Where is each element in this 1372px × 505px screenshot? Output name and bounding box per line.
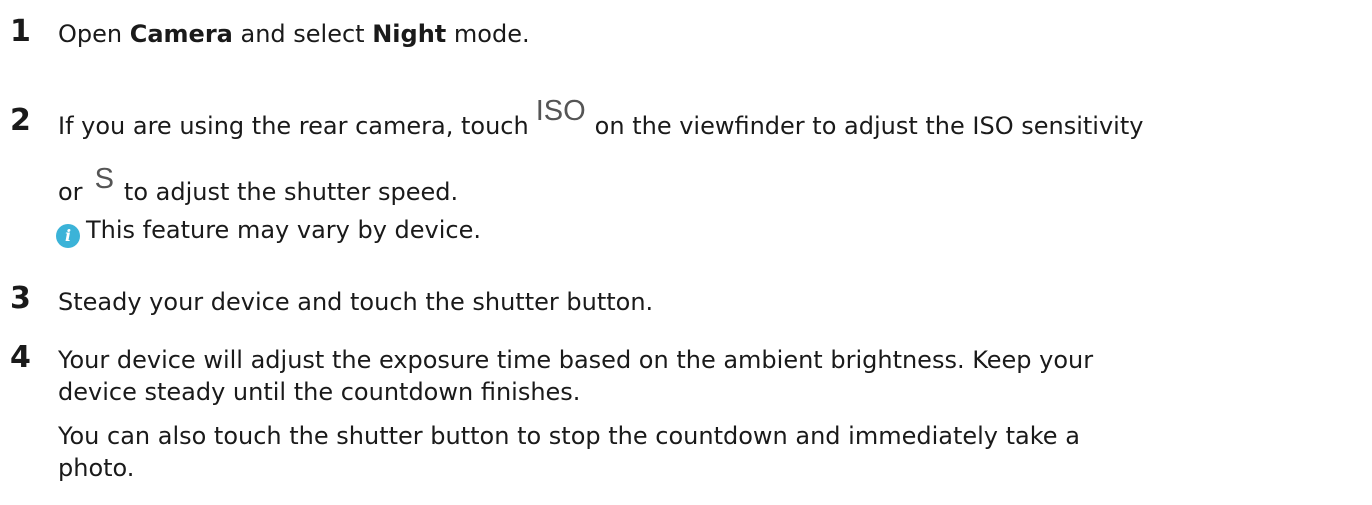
step-2-line-1-post: on the viewfinder to adjust the ISO sens…: [594, 112, 1144, 140]
step-number: 2: [10, 103, 31, 138]
step-2-line-1: If you are using the rear camera, touch I…: [58, 95, 1144, 142]
step-4-line-2: device steady until the countdown finish…: [58, 378, 581, 406]
step-2-line-1-pre: If you are using the rear camera, touch: [58, 112, 529, 140]
step-number: 3: [10, 281, 31, 316]
step-1-text-pre: Open: [58, 20, 130, 48]
step-number: 1: [10, 14, 31, 49]
step-2-line-2-pre: or: [58, 178, 83, 206]
step-number: 4: [10, 340, 31, 375]
shutter-speed-icon: S: [94, 163, 114, 195]
step-4-line-3: You can also touch the shutter button to…: [58, 422, 1080, 450]
step-2-line-2-post: to adjust the shutter speed.: [123, 178, 459, 206]
step-1-text-post: mode.: [446, 20, 530, 48]
step-3-text: Steady your device and touch the shutter…: [58, 288, 654, 316]
step-4-line-4: photo.: [58, 454, 135, 482]
step-4-line-1: Your device will adjust the exposure tim…: [58, 346, 1094, 374]
camera-app-name: Camera: [129, 20, 233, 48]
step-2-line-2: or Sto adjust the shutter speed.: [58, 163, 459, 208]
info-icon: i: [56, 224, 80, 248]
iso-icon: ISO: [535, 95, 586, 127]
step-1-text: Open Camera and select Night mode.: [58, 18, 530, 50]
step-1-text-mid: and select: [232, 20, 373, 48]
device-note: i This feature may vary by device.: [56, 214, 481, 248]
night-mode-name: Night: [372, 20, 447, 48]
device-note-text: This feature may vary by device.: [86, 216, 482, 244]
